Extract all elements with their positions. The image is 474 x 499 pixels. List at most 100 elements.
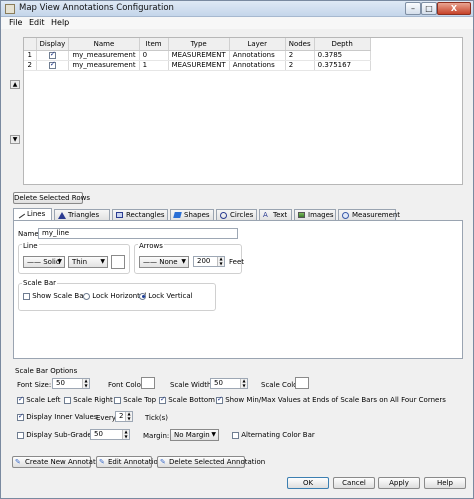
table-row[interactable]: 2 my_measurement 1 MEASUREMENT Annotatio… (24, 60, 371, 71)
display-checkbox[interactable] (48, 60, 56, 69)
column-header-depth[interactable]: Depth (314, 38, 371, 51)
delete-selected-annotation-button[interactable]: ✎ Delete Selected Annotation (157, 456, 265, 468)
spinner-arrows-icon[interactable]: ▲ ▼ (217, 256, 224, 266)
tab-measurement[interactable]: Measurement (338, 209, 400, 220)
maximize-button[interactable]: □ (421, 2, 437, 15)
display-inner-values-checkbox[interactable] (17, 412, 24, 421)
lock-horizontal-option[interactable]: Lock Horizontal (83, 292, 146, 300)
column-header-type[interactable]: Type (168, 38, 230, 51)
move-up-arrow-icon[interactable]: ▲ (10, 80, 20, 89)
menu-edit[interactable]: Edit (29, 18, 45, 27)
circle-icon (220, 212, 227, 219)
chevron-down-icon: ▼ (57, 258, 62, 265)
row-type: MEASUREMENT (168, 50, 230, 61)
show-min-max-checkbox[interactable] (216, 395, 223, 404)
spinner-arrows-icon[interactable]: ▲ ▼ (82, 378, 89, 388)
scale-color-swatch[interactable] (295, 377, 309, 389)
spinner-arrows-icon[interactable]: ▲ ▼ (240, 378, 247, 388)
edit-annotation-button[interactable]: ✎ Edit Annotation (96, 456, 162, 468)
row-layer: Annotations (229, 50, 286, 61)
column-header-name[interactable]: Name (68, 38, 140, 51)
arrows-group-label: Arrows (138, 242, 164, 250)
scale-width-stepper[interactable]: 50 ▲ ▼ (210, 378, 248, 389)
tab-lines[interactable]: Lines (13, 208, 52, 220)
chevron-down-icon: ▼ (181, 258, 186, 265)
row-nodes: 2 (285, 50, 315, 61)
scale-left-checkbox[interactable] (17, 395, 24, 404)
table-row[interactable]: 1 my_measurement 0 MEASUREMENT Annotatio… (24, 50, 371, 61)
tab-images[interactable]: Images (294, 209, 336, 220)
tab-triangles[interactable]: Triangles (54, 209, 110, 220)
column-header-item[interactable]: Item (139, 38, 169, 51)
create-new-annotation-button[interactable]: ✎ Create New Annotation (12, 456, 106, 468)
delete-selected-rows-button[interactable]: Delete Selected Rows (13, 192, 90, 204)
column-header-display[interactable]: Display (36, 38, 70, 51)
spinner-arrows-icon[interactable]: ▲ ▼ (125, 411, 132, 421)
close-button[interactable]: X (437, 2, 471, 15)
arrow-style-select[interactable]: —— None ▼ (139, 256, 189, 268)
window-title: Map View Annotations Configuration (19, 3, 174, 13)
spinner-arrows-icon[interactable]: ▲ ▼ (122, 429, 129, 439)
measurement-icon (342, 212, 349, 219)
show-scale-bar-checkbox[interactable] (23, 292, 30, 300)
display-sub-grades-option[interactable]: Display Sub-Grades (17, 431, 95, 439)
rectangle-icon (116, 212, 123, 218)
scale-top-checkbox[interactable] (114, 396, 121, 404)
menu-help[interactable]: Help (51, 18, 69, 27)
tab-rectangles[interactable]: Rectangles (112, 209, 168, 220)
name-input[interactable]: my_line (38, 228, 238, 239)
margin-select[interactable]: No Margin ▼ (170, 429, 219, 441)
scale-bar-options-title: Scale Bar Options (15, 367, 78, 375)
alternating-color-bar-checkbox[interactable] (232, 431, 239, 439)
scale-width-label: Scale Width: (170, 381, 214, 389)
pencil-icon: ✎ (15, 458, 21, 466)
text-icon: A (263, 211, 268, 219)
row-item: 1 (139, 60, 169, 71)
scale-bottom-option[interactable]: Scale Bottom (159, 395, 215, 404)
minimize-button[interactable]: – (405, 2, 421, 15)
font-size-stepper[interactable]: 50 ▲ ▼ (52, 378, 90, 389)
column-header-nodes[interactable]: Nodes (285, 38, 315, 51)
font-color-swatch[interactable] (141, 377, 155, 389)
scale-right-option[interactable]: Scale Right (64, 396, 113, 404)
ticks-label: Tick(s) (145, 414, 169, 422)
line-style-select[interactable]: —— Solid ▼ (23, 256, 65, 268)
menu-file[interactable]: File (9, 18, 22, 27)
show-scale-bar-option[interactable]: Show Scale Bar (23, 292, 86, 300)
arrow-size-stepper[interactable]: 200 ▲ ▼ (193, 256, 225, 267)
move-down-arrow-icon[interactable]: ▼ (10, 135, 20, 144)
tab-circles[interactable]: Circles (216, 209, 257, 220)
lock-horizontal-radio[interactable] (83, 292, 90, 300)
display-sub-grades-checkbox[interactable] (17, 431, 24, 439)
scale-top-option[interactable]: Scale Top (114, 396, 156, 404)
display-inner-values-option[interactable]: Display Inner Values (17, 412, 97, 421)
every-label: Every (96, 414, 116, 422)
tab-text[interactable]: A Text (259, 209, 292, 220)
ok-button[interactable]: OK (287, 477, 329, 489)
column-header-layer[interactable]: Layer (229, 38, 286, 51)
lock-vertical-radio[interactable] (139, 292, 146, 300)
lock-vertical-option[interactable]: Lock Vertical (139, 292, 193, 300)
scale-right-checkbox[interactable] (64, 396, 71, 404)
cancel-button[interactable]: Cancel (333, 477, 375, 489)
row-name: my_measurement (68, 50, 140, 61)
shape-icon (173, 212, 182, 218)
scale-left-option[interactable]: Scale Left (17, 395, 60, 404)
scale-bottom-checkbox[interactable] (159, 395, 166, 404)
line-width-select[interactable]: Thin ▼ (68, 256, 108, 268)
tab-shapes[interactable]: Shapes (170, 209, 214, 220)
help-button[interactable]: Help (424, 477, 466, 489)
alternating-color-bar-option[interactable]: Alternating Color Bar (232, 431, 315, 439)
sub-grades-stepper[interactable]: 50 ▲ ▼ (90, 429, 130, 440)
every-stepper[interactable]: 2 ▲ ▼ (115, 411, 133, 422)
table-header-row: Display Name Item Type Layer Nodes Depth (24, 38, 371, 51)
line-color-swatch[interactable] (111, 255, 125, 269)
menu-bar: File Edit Help (1, 17, 473, 29)
font-size-label: Font Size: (17, 381, 52, 389)
apply-button[interactable]: Apply (378, 477, 420, 489)
show-min-max-option[interactable]: Show Min/Max Values at Ends of Scale Bar… (216, 395, 446, 404)
column-header-index[interactable] (24, 38, 37, 51)
display-checkbox[interactable] (48, 50, 56, 59)
line-icon (15, 209, 26, 219)
image-icon (298, 212, 305, 218)
